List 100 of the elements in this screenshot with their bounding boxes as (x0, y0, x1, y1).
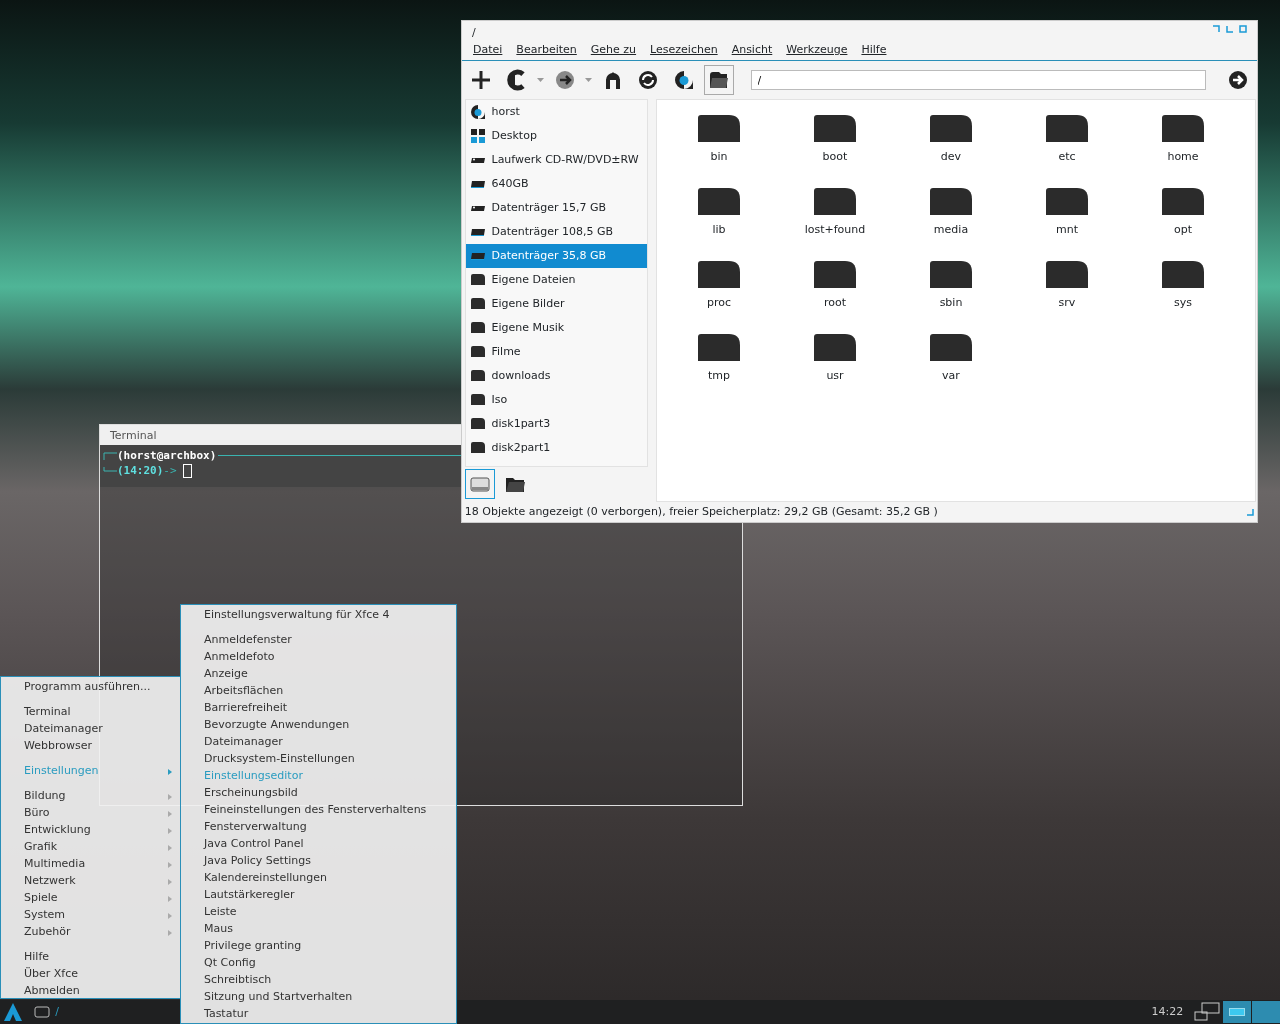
menu-item[interactable]: Feineinstellungen des Fensterverhaltens (181, 802, 456, 819)
menu-item[interactable]: Anmeldefoto (181, 649, 456, 666)
file-name[interactable]: sbin (939, 295, 963, 312)
menu-item[interactable]: Drucksystem-Einstellungen (181, 751, 456, 768)
file-name[interactable]: dev (940, 149, 962, 166)
menu-item[interactable]: Grafik (1, 839, 180, 856)
file-name[interactable]: bin (710, 149, 728, 166)
folder-icon (1045, 114, 1089, 143)
menu-item[interactable]: Sitzung und Startverhalten (181, 989, 456, 1006)
menu-item[interactable]: Bevorzugte Anwendungen (181, 717, 456, 734)
menu-item[interactable]: Schreibtisch (181, 972, 456, 989)
menu-item[interactable]: Ansicht (731, 42, 773, 59)
text-cursor (182, 463, 192, 478)
file-name[interactable]: opt (1174, 222, 1192, 239)
menu-item[interactable]: Kalendereinstellungen (181, 870, 456, 887)
menu-item[interactable]: Dateimanager (181, 734, 456, 751)
file-name[interactable]: media (933, 222, 969, 239)
submenu-arrow-icon (168, 861, 172, 868)
file-name[interactable]: lib (712, 222, 726, 239)
file-name[interactable]: etc (1058, 149, 1076, 166)
menu-item[interactable]: Zubehör (1, 924, 180, 941)
menu-item[interactable]: Anmeldefenster (181, 632, 456, 649)
menu-item[interactable]: Netzwerk (1, 873, 180, 890)
menu-item[interactable]: Werkzeuge (786, 42, 848, 59)
menu-item[interactable]: Erscheinungsbild (181, 785, 456, 802)
menu-item[interactable]: Webbrowser (1, 738, 180, 755)
menu-item[interactable]: Dateimanager (1, 721, 180, 738)
menu-item[interactable]: System (1, 907, 180, 924)
menu-item[interactable]: Entwicklung (1, 822, 180, 839)
menu-item[interactable]: Java Control Panel (181, 836, 456, 853)
folder-icon (813, 333, 857, 362)
menu-item[interactable]: Spiele (1, 890, 180, 907)
menu-item[interactable]: Arbeitsflächen (181, 683, 456, 700)
menu-item[interactable]: Bearbeiten (516, 42, 577, 59)
menu-item[interactable]: Hilfe (1, 949, 180, 966)
sidebar-item[interactable]: horst (466, 100, 647, 124)
menu-item[interactable]: Programm ausführen... (1, 679, 180, 696)
menu-item[interactable]: Qt Config (181, 955, 456, 972)
sidebar-item[interactable]: 640GB (466, 172, 647, 196)
submenu-arrow-icon (168, 827, 172, 834)
menu-item[interactable]: Barrierefreiheit (181, 700, 456, 717)
minimize-icon (1212, 25, 1220, 33)
menu-item[interactable]: Lautstärkeregler (181, 887, 456, 904)
sidebar-item[interactable]: Datenträger 108,5 GB (466, 220, 647, 244)
file-name[interactable]: boot (822, 149, 848, 166)
prompt-time: (14:20) (117, 463, 164, 478)
menu-item[interactable]: Maus (181, 921, 456, 938)
menu-item[interactable]: Multimedia (1, 856, 180, 873)
file-name[interactable]: home (1167, 149, 1199, 166)
menu-item[interactable]: Fensterverwaltung (181, 819, 456, 836)
file-name[interactable]: proc (706, 295, 731, 312)
menu-item[interactable]: Terminal (1, 704, 180, 721)
folder-icon (929, 260, 973, 289)
menu-item[interactable]: Büro (1, 805, 180, 822)
file-name[interactable]: sys (1174, 295, 1192, 312)
sidebar-item[interactable]: Iso (466, 388, 647, 412)
folder-icon (929, 114, 973, 143)
sidebar-item[interactable]: Datenträger 35,8 GB (466, 244, 647, 268)
task-button[interactable]: / (33, 1003, 59, 1021)
sidebar-item[interactable]: Eigene Bilder (466, 292, 647, 316)
folder-icon (470, 344, 486, 360)
file-name[interactable]: root (823, 295, 847, 312)
location-field[interactable]: / (750, 70, 1206, 90)
file-name[interactable]: usr (826, 368, 844, 385)
sidebar-item[interactable]: Desktop (466, 124, 647, 148)
file-name[interactable]: mnt (1056, 222, 1078, 239)
menu-item[interactable]: Datei (473, 42, 503, 59)
sidebar-item[interactable]: Eigene Musik (466, 316, 647, 340)
sidebar-item[interactable]: downloads (466, 364, 647, 388)
dropdown-caret-icon (585, 78, 592, 82)
resize-grip-icon (1246, 508, 1255, 516)
menu-item[interactable]: Leiste (181, 904, 456, 921)
menu-item[interactable]: Über Xfce (1, 966, 180, 983)
sidebar-item[interactable]: Laufwerk CD-RW/DVD±RW (466, 148, 647, 172)
file-name[interactable]: var (942, 368, 960, 385)
menu-item[interactable]: Abmelden (1, 983, 180, 1000)
app-menu-button[interactable] (2, 1002, 23, 1022)
sidebar-item[interactable]: Eigene Dateien (466, 268, 647, 292)
menu-item[interactable]: Bildung (1, 788, 180, 805)
folder-icon (470, 440, 486, 456)
menu-item[interactable]: Hilfe (861, 42, 887, 59)
menu-item[interactable]: Privilege granting (181, 938, 456, 955)
sidebar-item[interactable]: Filme (466, 340, 647, 364)
folder-icon (697, 187, 741, 216)
menu-item[interactable]: Anzeige (181, 666, 456, 683)
folder-view-button[interactable] (704, 65, 734, 95)
menu-item[interactable]: Lesezeichen (650, 42, 718, 59)
menu-item[interactable]: Tastatur (181, 1006, 456, 1023)
menu-item[interactable]: Java Policy Settings (181, 853, 456, 870)
sidebar-item[interactable]: Datenträger 15,7 GB (466, 196, 647, 220)
folder-icon (470, 272, 486, 288)
folder-icon (470, 392, 486, 408)
folder-icon (1045, 260, 1089, 289)
file-name[interactable]: lost+found (804, 222, 866, 239)
devices-tab[interactable] (464, 469, 495, 500)
workspace-button[interactable] (1223, 1001, 1251, 1023)
file-name[interactable]: tmp (708, 368, 730, 385)
menu-item[interactable]: Gehe zu (590, 42, 637, 59)
submenu-arrow-icon (168, 878, 172, 885)
file-name[interactable]: srv (1058, 295, 1076, 312)
